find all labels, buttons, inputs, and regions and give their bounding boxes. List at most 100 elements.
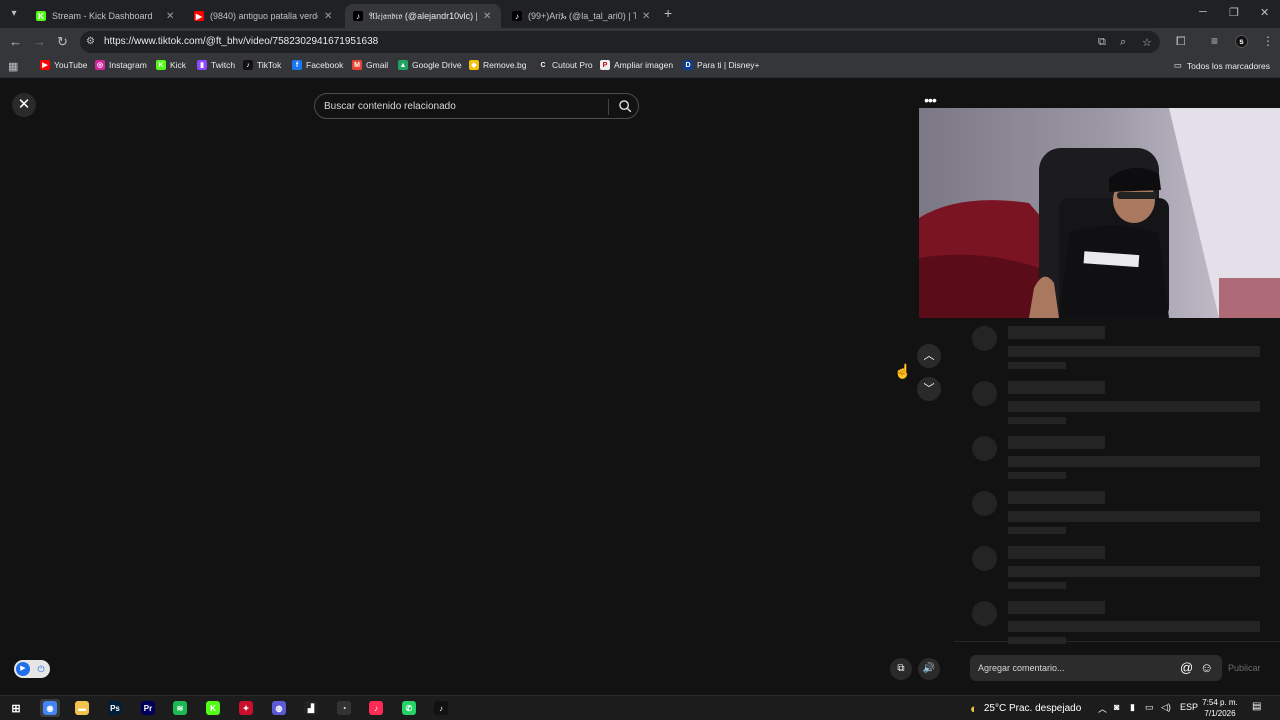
bookmark-item[interactable]: C Cutout Pro xyxy=(538,60,593,70)
app-glyph: K xyxy=(206,701,220,715)
obs-icon[interactable]: ◍ xyxy=(269,699,289,717)
tab-title: (99+)AriⰃ (@la_tal_ari0) | TikTok xyxy=(528,10,636,21)
emoji-icon[interactable]: ☺ xyxy=(1200,660,1213,675)
bookmark-favicon-icon: ♪ xyxy=(243,60,253,70)
tab-title: (9840) antiguo patalla verde - Y xyxy=(210,11,318,21)
bookmark-item[interactable]: K Kick xyxy=(156,60,186,70)
bookmark-item[interactable]: D Para ti | Disney+ xyxy=(683,60,759,70)
bookmark-label: Twitch xyxy=(211,60,236,70)
browser-menu-icon[interactable]: ⋮ xyxy=(1262,34,1274,48)
speaker-icon[interactable]: ◁) xyxy=(1161,702,1171,713)
clock-app-icon[interactable]: ◔ xyxy=(334,699,354,717)
comment-skeleton-row xyxy=(972,601,1262,651)
comment-input[interactable]: Agregar comentario... @ ☺ xyxy=(970,655,1222,681)
browser-tab[interactable]: ♪ 𝔄𝔩𝔢𝔧𝔞𝔫𝔡𝔯𝔬 (@alejandr10vlc) | T ✕ xyxy=(345,4,501,28)
extension-toggle[interactable]: ▶ ⏻ xyxy=(14,660,50,678)
install-app-icon[interactable]: ⧉ xyxy=(1098,36,1106,49)
bookmark-item[interactable]: ♪ TikTok xyxy=(243,60,281,70)
language-indicator[interactable]: ESP xyxy=(1180,702,1198,712)
file-explorer-icon[interactable]: ▬ xyxy=(72,699,92,717)
previous-video-button[interactable]: ︿ xyxy=(917,344,941,368)
app-glyph: Pr xyxy=(141,701,155,715)
chrome-icon[interactable]: ◉ xyxy=(40,699,60,717)
camera-tray-icon[interactable]: ◙ xyxy=(1114,702,1119,712)
new-tab-button[interactable]: + xyxy=(664,5,672,21)
profile-avatar[interactable]: s xyxy=(1235,35,1248,48)
floating-player-icon[interactable]: ⧉ xyxy=(890,658,912,680)
related-search-input[interactable]: Buscar contenido relacionado xyxy=(314,93,639,119)
media-control-icon[interactable]: ≡ xyxy=(1211,34,1218,48)
zoom-icon[interactable]: ⌕ xyxy=(1120,36,1126,49)
volume-icon[interactable]: 🔊 xyxy=(918,658,940,680)
search-icon[interactable] xyxy=(618,99,632,113)
bookmark-item[interactable]: P Ampliar imagen xyxy=(600,60,673,70)
app-glyph: ♪ xyxy=(369,701,383,715)
tiktok-app-icon[interactable]: ♪ xyxy=(431,699,451,717)
all-bookmarks[interactable]: ▭ Todos los marcadores xyxy=(1174,60,1270,71)
browser-tab[interactable]: K Stream - Kick Dashboard ✕ xyxy=(28,4,184,28)
close-window-icon[interactable]: ✕ xyxy=(1260,6,1269,19)
clock[interactable]: 7:54 p. m. 7/1/2026 xyxy=(1200,697,1240,719)
close-tab-icon[interactable]: ✕ xyxy=(483,11,493,22)
tray-chevron-icon[interactable]: ︿ xyxy=(1098,702,1107,715)
skeleton-line xyxy=(1008,381,1105,394)
bookmark-star-icon[interactable]: ☆ xyxy=(1142,36,1152,49)
skeleton-line xyxy=(1008,566,1260,577)
capcut-icon[interactable]: ♪ xyxy=(366,699,386,717)
tab-search-chevron-icon[interactable]: ▾ xyxy=(6,6,22,22)
forward-icon[interactable]: → xyxy=(33,34,46,50)
restore-icon[interactable]: ❐ xyxy=(1229,6,1239,19)
extensions-icon[interactable]: ⧠ xyxy=(1176,34,1186,49)
clock-time: 7:54 p. m. xyxy=(1202,698,1238,707)
publish-button[interactable]: Publicar xyxy=(1228,663,1261,673)
bookmark-favicon-icon: ◎ xyxy=(95,60,105,70)
weather-widget[interactable]: ◐ 25°C Prac. despejado xyxy=(970,701,1081,716)
bookmark-item[interactable]: ◆ Remove.bg xyxy=(469,60,526,70)
bookmark-favicon-icon: D xyxy=(683,60,693,70)
audio-app-icon[interactable]: ▟ xyxy=(301,699,321,717)
bookmark-item[interactable]: ▮ Twitch xyxy=(197,60,235,70)
bookmark-item[interactable]: ▶ YouTube xyxy=(40,60,87,70)
app-glyph: Ps xyxy=(108,701,122,715)
whatsapp-icon[interactable]: ✆ xyxy=(399,699,419,717)
next-video-button[interactable]: ﹀ xyxy=(917,377,941,401)
close-tab-icon[interactable]: ✕ xyxy=(166,11,176,22)
premiere-icon[interactable]: Pr xyxy=(138,699,158,717)
weather-text: 25°C Prac. despejado xyxy=(983,703,1082,714)
app-glyph: ▟ xyxy=(304,701,318,715)
start-menu-icon[interactable]: ⊞ xyxy=(6,699,26,717)
skeleton-avatar xyxy=(972,601,997,626)
reload-icon[interactable]: ↻ xyxy=(57,34,68,50)
bookmark-item[interactable]: ▲ Google Drive xyxy=(398,60,462,70)
apps-grid-icon[interactable]: ▦ xyxy=(8,60,18,73)
bookmarks-bar: ▦ ▶ YouTube ◎ Instagram K Kick ▮ Twitch ♪ TikTok f… xyxy=(0,56,1280,78)
close-tab-icon[interactable]: ✕ xyxy=(642,11,652,22)
live-stream-preview[interactable] xyxy=(919,108,1280,318)
skeleton-line xyxy=(1008,362,1066,369)
notifications-icon[interactable]: ▤ xyxy=(1252,701,1261,712)
bookmark-item[interactable]: M Gmail xyxy=(352,60,388,70)
minimize-icon[interactable]: ─ xyxy=(1199,6,1207,18)
browser-toolbar: ← → ↻ ⚙ https://www.tiktok.com/@ft_bhv/v… xyxy=(0,28,1280,56)
address-bar[interactable]: ⚙ https://www.tiktok.com/@ft_bhv/video/7… xyxy=(80,31,1160,53)
bookmark-item[interactable]: f Facebook xyxy=(292,60,343,70)
close-video-button[interactable]: ✕ xyxy=(12,93,36,117)
close-tab-icon[interactable]: ✕ xyxy=(324,11,334,22)
mic-tray-icon[interactable]: ▮ xyxy=(1130,702,1135,713)
red-app-icon[interactable]: ✦ xyxy=(236,699,256,717)
network-icon[interactable]: ▭ xyxy=(1145,702,1154,713)
bookmark-label: Gmail xyxy=(366,60,389,70)
browser-tab[interactable]: ♪ (99+)AriⰃ (@la_tal_ari0) | TikTok ✕ xyxy=(504,4,660,28)
back-icon[interactable]: ← xyxy=(9,34,22,50)
site-settings-icon[interactable]: ⚙ xyxy=(86,36,95,47)
comments-divider xyxy=(954,641,1280,642)
spotify-icon[interactable]: ≋ xyxy=(170,699,190,717)
search-placeholder: Buscar contenido relacionado xyxy=(324,101,456,112)
bookmark-label: Facebook xyxy=(306,60,344,70)
kick-app-icon[interactable]: K xyxy=(203,699,223,717)
bookmark-item[interactable]: ◎ Instagram xyxy=(95,60,147,70)
mention-icon[interactable]: @ xyxy=(1180,660,1193,675)
browser-tab[interactable]: ▶ (9840) antiguo patalla verde - Y ✕ xyxy=(186,4,342,28)
photoshop-icon[interactable]: Ps xyxy=(105,699,125,717)
bookmark-label: YouTube xyxy=(54,60,88,70)
